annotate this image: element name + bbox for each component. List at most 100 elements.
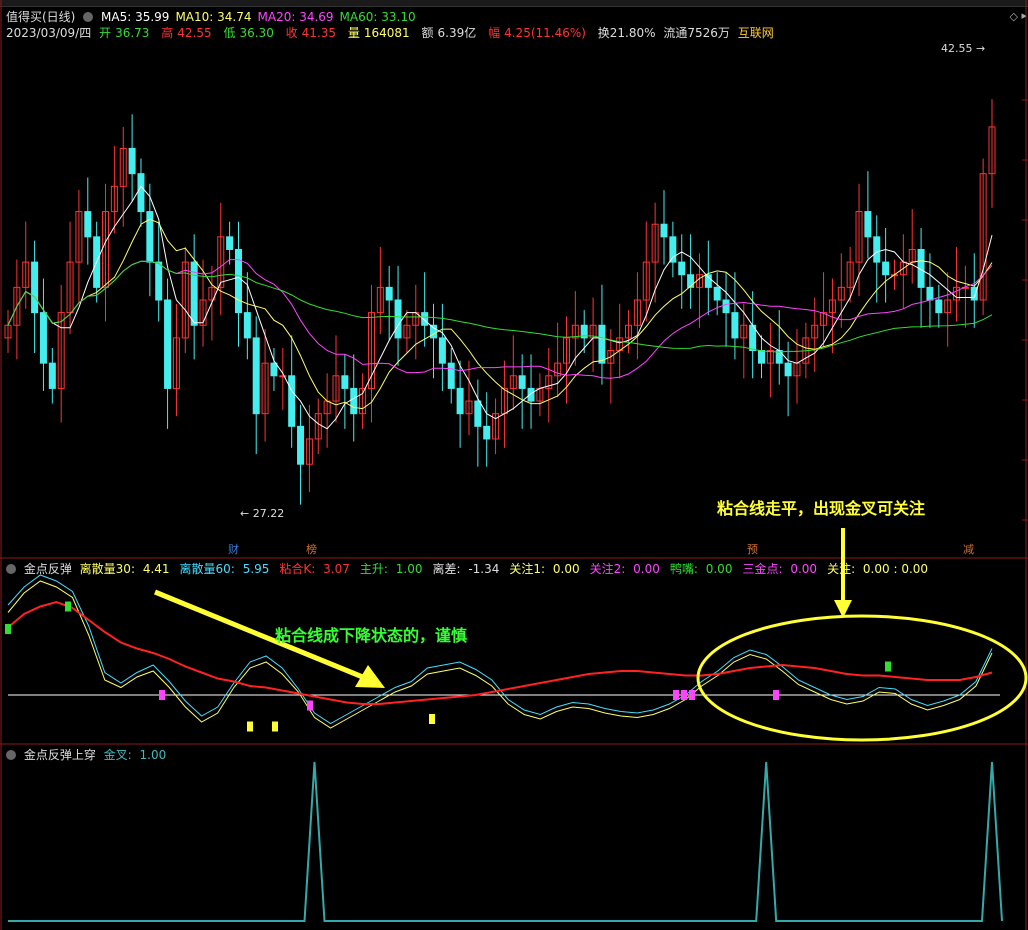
max-price-value: 42.55 — [941, 42, 973, 55]
indicator-item: 离散量60: 5.95 — [180, 562, 274, 576]
indicator-item: 主升: 1.00 — [360, 562, 427, 576]
indicator2-settings-icon[interactable] — [6, 750, 16, 760]
annotation-falling: 粘合线成下降状态的，谨慎 — [275, 626, 468, 645]
indicator2-title: 金点反弹上穿 — [23, 748, 96, 762]
highlight-ellipse — [696, 614, 1028, 742]
indicator2-items: 金叉: 1.00 — [104, 748, 177, 762]
candle-body — [350, 387, 358, 415]
candle-body — [297, 425, 305, 465]
candle-body — [137, 173, 145, 213]
signal-marker — [689, 690, 695, 700]
candle-body — [935, 299, 943, 314]
candle-body — [731, 312, 739, 339]
indicator1-legend: 金点反弹 离散量30: 4.41 离散量60: 5.95 粘合K: 3.07 主升: … — [6, 560, 942, 577]
candle-body — [518, 375, 526, 389]
candle-body — [669, 236, 677, 263]
candle-body — [678, 261, 686, 276]
candle-body — [474, 400, 482, 427]
candle-body — [84, 211, 92, 238]
candle-body — [341, 375, 349, 389]
indicator-item-value: 0.00 — [701, 562, 733, 576]
indicator-item-value: 1.00 — [391, 562, 423, 576]
ma5-line — [7, 185, 993, 430]
indicator-item: 鸭嘴: 0.00 — [670, 562, 737, 576]
candle-body — [784, 362, 792, 377]
indicator-item: 粘合K: 3.07 — [279, 562, 353, 576]
max-price-label: 42.55 → — [941, 42, 985, 55]
candle-body — [864, 211, 872, 238]
candle-body — [447, 362, 455, 389]
candle-body — [288, 375, 296, 427]
indicator-item: 离散量30: 4.41 — [80, 562, 174, 576]
indicator-item: 关注1: 0.00 — [509, 562, 583, 576]
candle-body — [873, 236, 881, 263]
indicator-item-label: 关注: — [827, 562, 856, 576]
signal-marker — [885, 661, 891, 672]
candle-body — [234, 248, 242, 314]
indicator-item-value: 0.00 — [629, 562, 660, 576]
indicator-item-value: 0.00 — [786, 562, 818, 576]
event-badge-bang[interactable]: 榜 — [304, 543, 319, 556]
signal-marker — [307, 700, 313, 711]
candle-body — [394, 299, 402, 339]
candle-body — [270, 362, 278, 377]
candle-body — [970, 286, 978, 301]
candlestick-chart[interactable] — [0, 0, 1028, 930]
candle-body — [660, 223, 668, 238]
indicator1-settings-icon[interactable] — [6, 564, 16, 574]
candle-body — [598, 324, 606, 364]
indicator-item-value: 3.07 — [319, 562, 350, 576]
candle-body — [164, 299, 172, 389]
candle-body — [882, 261, 890, 276]
event-badge-jian[interactable]: 减 — [961, 543, 976, 556]
signal-marker — [272, 721, 278, 732]
event-badge-cai[interactable]: 财 — [226, 543, 241, 556]
candle-body — [722, 299, 730, 314]
indicator-item-value: 1.00 — [135, 748, 167, 762]
candle-body — [438, 337, 446, 364]
indicator1-items: 离散量30: 4.41 离散量60: 5.95 粘合K: 3.07 主升: 1.00 离… — [80, 562, 938, 576]
indicator-item-label: 主升: — [359, 562, 388, 576]
indicator-item-label: 离散量60: — [179, 562, 235, 576]
indicator-item-label: 粘合K: — [279, 562, 316, 576]
candle-body — [48, 362, 56, 389]
candle-body — [39, 312, 47, 364]
indicator-item-label: 关注1: — [509, 562, 546, 576]
candle-body — [456, 387, 464, 415]
signal-marker — [247, 721, 253, 732]
candle-body — [483, 425, 491, 440]
indicator-item-value: -1.34 — [464, 562, 500, 576]
signal-marker — [673, 690, 679, 700]
candle-body — [713, 286, 721, 301]
candle-body — [926, 286, 934, 301]
indicator-item-label: 离散量30: — [79, 562, 135, 576]
indicator-item-value: 0.00 — [549, 562, 580, 576]
candle-body — [31, 261, 39, 314]
min-price-value: 27.22 — [252, 507, 285, 520]
arrow-right-icon: → — [972, 42, 986, 55]
signal-marker — [65, 601, 71, 612]
candle-body — [385, 286, 393, 301]
indicator-item: 关注: 0.00 : 0.00 — [827, 562, 932, 576]
indicator-item-label: 三金点: — [742, 562, 783, 576]
indicator-item: 金叉: 1.00 — [104, 748, 171, 762]
indicator-item: 三金点: 0.00 — [742, 562, 821, 576]
signal-marker — [5, 624, 11, 634]
min-price-label: ← 27.22 — [240, 507, 284, 520]
indicator-item: 离差: -1.34 — [432, 562, 503, 576]
indicator-item-label: 金叉: — [103, 748, 132, 762]
event-badge-yu[interactable]: 预 — [745, 543, 760, 556]
candle-body — [128, 147, 136, 175]
indicator2-legend: 金点反弹上穿 金叉: 1.00 — [6, 746, 180, 763]
annotation-flat: 粘合线走平，出现金叉可关注 — [717, 499, 926, 518]
indicator-item-label: 鸭嘴: — [669, 562, 698, 576]
indicator-item-value: 4.41 — [139, 562, 170, 576]
golden-cross-line — [8, 761, 1003, 922]
indicator-item-value: 0.00 : 0.00 — [859, 562, 929, 576]
candle-body — [758, 350, 766, 364]
candle-body — [155, 261, 163, 301]
indicator-item-label: 离差: — [432, 562, 461, 576]
indicator-item-label: 关注2: — [589, 562, 626, 576]
signal-marker — [429, 714, 435, 724]
indicator1-title: 金点反弹 — [23, 562, 72, 576]
